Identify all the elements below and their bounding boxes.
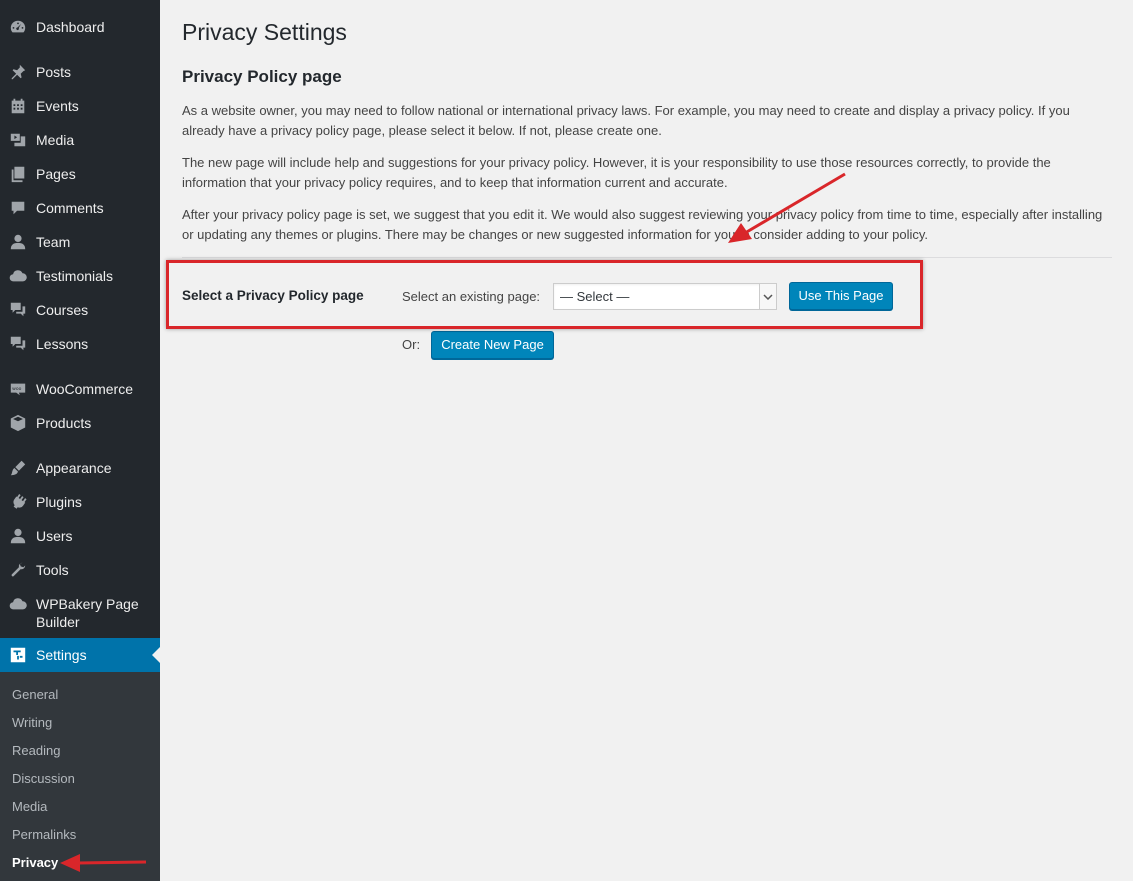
section-title: Privacy Policy page [182, 67, 342, 86]
page-title: Privacy Settings [182, 19, 347, 45]
sidebar-item-label: Team [36, 234, 71, 250]
use-this-page-button[interactable]: Use This Page [789, 282, 893, 310]
sidebar-item-dashboard[interactable]: Dashboard [0, 18, 160, 36]
sidebar-item-label: Posts [36, 64, 72, 80]
or-label: Or: [402, 337, 421, 352]
user-icon [8, 527, 28, 545]
plugin-icon [8, 493, 28, 511]
sidebar-item-label: Testimonials [36, 268, 114, 284]
admin-sidebar: Dashboard Posts Events Media Pages Comme… [0, 0, 160, 881]
sidebar-item-appearance[interactable]: Appearance [0, 459, 160, 477]
wrench-icon [8, 561, 28, 579]
chevron-down-icon [759, 284, 776, 309]
section-divider [182, 257, 1112, 258]
sidebar-item-label: Users [36, 528, 73, 544]
sidebar-item-media[interactable]: Media [0, 131, 160, 149]
sidebar-item-events[interactable]: Events [0, 97, 160, 115]
sidebar-item-settings[interactable]: Settings [0, 638, 160, 672]
sidebar-item-label: Courses [36, 302, 89, 318]
submenu-item-discussion[interactable]: Discussion [12, 771, 75, 787]
submenu-item-privacy[interactable]: Privacy [12, 855, 58, 871]
comment-icon [8, 199, 28, 217]
sidebar-item-woocommerce[interactable]: woo WooCommerce [0, 380, 160, 398]
sidebar-item-testimonials[interactable]: Testimonials [0, 267, 160, 285]
sidebar-item-label: Settings [36, 647, 87, 663]
create-new-page-button[interactable]: Create New Page [431, 331, 554, 359]
intro-paragraph: As a website owner, you may need to foll… [182, 103, 1070, 138]
sidebar-item-label: Appearance [36, 460, 112, 476]
woo-icon: woo [8, 380, 28, 398]
submenu-item-reading[interactable]: Reading [12, 743, 60, 759]
sidebar-item-label: Comments [36, 200, 104, 216]
edit-suggestion-paragraph: After your privacy policy page is set, w… [182, 207, 1103, 242]
submenu-item-media[interactable]: Media [12, 799, 47, 815]
sidebar-item-team[interactable]: Team [0, 233, 160, 251]
privacy-page-select[interactable]: — Select — [553, 283, 777, 310]
calendar-icon [8, 97, 28, 115]
active-indicator [152, 647, 160, 663]
cloud-icon [8, 267, 28, 285]
sidebar-item-label: Plugins [36, 494, 82, 510]
comments-icon [8, 335, 28, 353]
sidebar-item-users[interactable]: Users [0, 527, 160, 545]
select-existing-label: Select an existing page: [402, 289, 541, 304]
sidebar-item-label: Dashboard [36, 19, 105, 35]
sidebar-item-lessons[interactable]: Lessons [0, 335, 160, 353]
settings-submenu: General Writing Reading Discussion Media… [0, 672, 160, 881]
sidebar-item-label: Pages [36, 166, 76, 182]
sidebar-item-label: Lessons [36, 336, 89, 352]
submenu-item-general[interactable]: General [12, 687, 58, 703]
media-icon [8, 131, 28, 149]
user-icon [8, 233, 28, 251]
comments-icon [8, 301, 28, 319]
cloud-icon [8, 595, 28, 613]
sidebar-item-tools[interactable]: Tools [0, 561, 160, 579]
sidebar-item-label: WPBakery Page Builder [36, 596, 139, 630]
sidebar-item-courses[interactable]: Courses [0, 301, 160, 319]
select-value: — Select — [560, 289, 630, 304]
sidebar-item-label: WooCommerce [36, 381, 133, 397]
privacy-policy-form-label: Select a Privacy Policy page [182, 288, 364, 303]
sidebar-item-wpbakery[interactable]: WPBakery Page Builder [0, 595, 160, 631]
brush-icon [8, 459, 28, 477]
sidebar-item-label: Tools [36, 562, 69, 578]
sidebar-item-label: Products [36, 415, 92, 431]
sidebar-item-posts[interactable]: Posts [0, 63, 160, 81]
pages-icon [8, 165, 28, 183]
sidebar-item-plugins[interactable]: Plugins [0, 493, 160, 511]
submenu-item-permalinks[interactable]: Permalinks [12, 827, 76, 843]
pin-icon [8, 63, 28, 81]
submenu-item-writing[interactable]: Writing [12, 715, 52, 731]
sidebar-item-label: Events [36, 98, 79, 114]
dashboard-icon [8, 18, 28, 36]
responsibility-paragraph: The new page will include help and sugge… [182, 155, 1051, 190]
svg-text:woo: woo [12, 387, 21, 392]
settings-icon [8, 646, 28, 664]
sidebar-item-label: Media [36, 132, 75, 148]
sidebar-item-pages[interactable]: Pages [0, 165, 160, 183]
box-icon [8, 414, 28, 432]
sidebar-item-products[interactable]: Products [0, 414, 160, 432]
sidebar-item-comments[interactable]: Comments [0, 199, 160, 217]
